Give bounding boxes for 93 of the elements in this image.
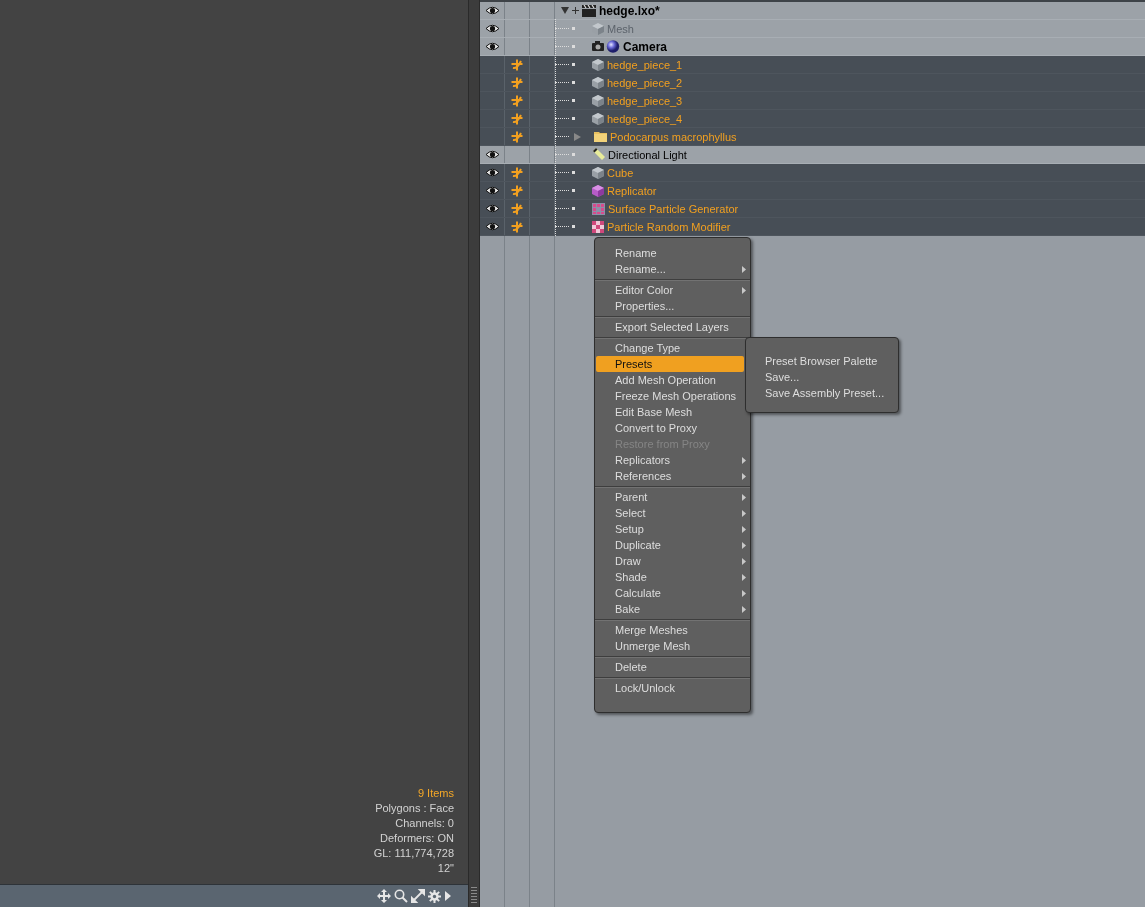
menu-item[interactable]: Parent bbox=[595, 489, 750, 505]
item-name: Replicator bbox=[607, 184, 657, 197]
info-line: 12" bbox=[437, 861, 454, 876]
menu-item[interactable]: Save Assembly Preset... bbox=[746, 385, 898, 401]
resize-grip[interactable] bbox=[471, 887, 477, 905]
menu-item[interactable]: Properties... bbox=[595, 298, 750, 314]
menu-item[interactable]: Convert to Proxy bbox=[595, 420, 750, 436]
item-name: Particle Random Modifier bbox=[607, 220, 731, 233]
collapsed-arrow-icon[interactable] bbox=[574, 132, 581, 141]
item-name: Mesh bbox=[607, 22, 634, 35]
cube-icon bbox=[592, 76, 604, 89]
eye-icon[interactable] bbox=[485, 6, 499, 15]
info-line: Polygons : Face bbox=[375, 801, 454, 816]
item-row[interactable]: Surface Particle Generator bbox=[480, 200, 1145, 218]
flashlight-icon bbox=[592, 148, 605, 161]
menu-item[interactable]: Export Selected Layers bbox=[595, 319, 750, 335]
menu-item[interactable]: Draw bbox=[595, 553, 750, 569]
eye-icon[interactable] bbox=[485, 168, 499, 177]
item-count: 9 Items bbox=[417, 786, 454, 801]
expanded-caret-icon[interactable] bbox=[561, 7, 569, 14]
cross-icon[interactable] bbox=[511, 220, 523, 233]
item-row[interactable]: Directional Light bbox=[480, 146, 1145, 164]
menu-item[interactable]: Rename... bbox=[595, 261, 750, 277]
cross-icon[interactable] bbox=[511, 112, 523, 125]
cross-icon[interactable] bbox=[511, 58, 523, 71]
item-name: hedge_piece_1 bbox=[607, 58, 683, 71]
cross-icon[interactable] bbox=[511, 130, 523, 143]
item-row[interactable]: Particle Random Modifier bbox=[480, 218, 1145, 236]
item-row[interactable]: hedge_piece_4 bbox=[480, 110, 1145, 128]
cube-icon bbox=[592, 184, 604, 197]
menu-item[interactable]: Bake bbox=[595, 601, 750, 617]
menu-item[interactable]: Duplicate bbox=[595, 537, 750, 553]
item-row[interactable]: Podocarpus macrophyllus bbox=[480, 128, 1145, 146]
eye-icon[interactable] bbox=[485, 186, 499, 195]
menu-item[interactable]: Setup bbox=[595, 521, 750, 537]
eye-icon[interactable] bbox=[485, 42, 499, 51]
menu-item[interactable]: Lock/Unlock bbox=[595, 680, 750, 696]
move-icon[interactable] bbox=[377, 889, 391, 903]
menu-item[interactable]: Save... bbox=[746, 369, 898, 385]
menu-item[interactable]: Shade bbox=[595, 569, 750, 585]
item-row[interactable]: hedge_piece_3 bbox=[480, 92, 1145, 110]
item-row[interactable]: Cube bbox=[480, 164, 1145, 182]
cube-icon bbox=[592, 112, 604, 125]
item-name: Directional Light bbox=[608, 148, 687, 161]
menu-item[interactable]: References bbox=[595, 468, 750, 484]
menu-item[interactable]: Preset Browser Palette bbox=[746, 353, 898, 369]
checker-icon bbox=[592, 220, 604, 233]
cube-icon bbox=[592, 94, 604, 107]
cross-icon[interactable] bbox=[511, 166, 523, 179]
item-row[interactable]: hedge.lxo* bbox=[480, 2, 1145, 20]
search-icon[interactable] bbox=[394, 889, 408, 903]
info-line: Deformers: ON bbox=[380, 831, 454, 846]
item-name: Surface Particle Generator bbox=[608, 202, 739, 215]
plus-icon[interactable] bbox=[572, 7, 579, 14]
grid-icon bbox=[592, 202, 605, 215]
expand-icon[interactable] bbox=[411, 889, 425, 903]
item-name: Cube bbox=[607, 166, 634, 179]
item-name: Podocarpus macrophyllus bbox=[610, 130, 737, 143]
info-line: GL: 111,774,728 bbox=[373, 846, 454, 861]
cross-icon[interactable] bbox=[511, 184, 523, 197]
item-name: hedge_piece_3 bbox=[607, 94, 683, 107]
eye-icon[interactable] bbox=[485, 222, 499, 231]
info-line: Channels: 0 bbox=[395, 816, 454, 831]
camera-icon bbox=[592, 40, 620, 53]
menu-item[interactable]: Editor Color bbox=[595, 282, 750, 298]
cube-icon bbox=[592, 166, 604, 179]
clapperboard-icon bbox=[582, 4, 596, 17]
cross-icon[interactable] bbox=[511, 76, 523, 89]
cross-icon[interactable] bbox=[511, 94, 523, 107]
menu-item[interactable]: Replicators bbox=[595, 452, 750, 468]
menu-item[interactable]: Merge Meshes bbox=[595, 622, 750, 638]
play-icon[interactable] bbox=[444, 890, 452, 902]
eye-icon[interactable] bbox=[485, 204, 499, 213]
menu-item[interactable]: Rename bbox=[595, 245, 750, 261]
item-row[interactable]: Camera bbox=[480, 38, 1145, 56]
cross-icon[interactable] bbox=[511, 202, 523, 215]
menu-item[interactable]: Delete bbox=[595, 659, 750, 675]
item-name: hedge_piece_4 bbox=[607, 112, 683, 125]
item-name: hedge_piece_2 bbox=[607, 76, 683, 89]
item-name: hedge.lxo* bbox=[599, 3, 660, 18]
menu-item[interactable]: Unmerge Mesh bbox=[595, 638, 750, 654]
cube-icon bbox=[592, 22, 604, 35]
eye-icon[interactable] bbox=[485, 150, 499, 159]
item-row[interactable]: hedge_piece_1 bbox=[480, 56, 1145, 74]
item-row[interactable]: Replicator bbox=[480, 182, 1145, 200]
folder-icon bbox=[594, 131, 607, 142]
item-row[interactable]: hedge_piece_2 bbox=[480, 74, 1145, 92]
menu-item[interactable]: Calculate bbox=[595, 585, 750, 601]
menu-item[interactable]: Select bbox=[595, 505, 750, 521]
menu-item[interactable]: Presets bbox=[596, 356, 744, 372]
gear-icon[interactable] bbox=[428, 889, 441, 903]
cube-icon bbox=[592, 58, 604, 71]
item-name: Camera bbox=[623, 39, 668, 54]
